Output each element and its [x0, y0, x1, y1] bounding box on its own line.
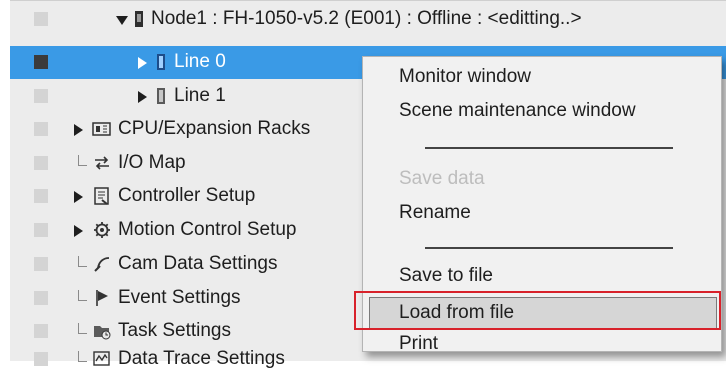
- tree-row-marker: [34, 352, 48, 366]
- tree-connector: [78, 323, 87, 334]
- tree-row-marker: [34, 89, 48, 103]
- line-icon: [157, 54, 165, 70]
- menu-item-save-to-file[interactable]: Save to file: [363, 260, 721, 292]
- expand-arrow-icon[interactable]: [74, 225, 83, 237]
- tree-item-label: Controller Setup: [118, 185, 256, 206]
- expand-arrow-icon[interactable]: [74, 124, 83, 136]
- tree-item-label: Line 0: [174, 51, 226, 72]
- tree-connector: [78, 351, 87, 362]
- expand-arrow-icon[interactable]: [138, 91, 147, 103]
- menu-item-monitor-window[interactable]: Monitor window: [363, 61, 721, 93]
- flag-icon: [96, 290, 108, 306]
- vision-sensor-icon: [135, 11, 143, 27]
- menu-item-rename[interactable]: Rename: [363, 197, 721, 229]
- tree-row-marker: [34, 291, 48, 305]
- gear-icon: [94, 222, 110, 238]
- task-folder-icon: [94, 326, 111, 340]
- tree-row-marker: [34, 12, 48, 26]
- data-trace-icon: [93, 351, 110, 366]
- tree-item-label: CPU/Expansion Racks: [118, 118, 311, 139]
- cam-data-icon: [94, 257, 110, 272]
- menu-separator: [425, 147, 673, 149]
- tree-connector: [78, 290, 87, 301]
- tree-item-label: Event Settings: [118, 287, 241, 308]
- tree-item-label: Cam Data Settings: [118, 253, 278, 274]
- menu-item-save-data: Save data: [399, 168, 485, 189]
- tree-item-label: Line 1: [174, 85, 226, 106]
- tree-row-marker: [34, 55, 48, 69]
- menu-item-print[interactable]: Print: [363, 328, 721, 360]
- tree-row-marker: [34, 122, 48, 136]
- menu-separator: [425, 247, 673, 249]
- tree-item-label: Data Trace Settings: [118, 348, 285, 369]
- expand-arrow-icon[interactable]: [138, 57, 147, 69]
- controller-setup-icon: [94, 187, 109, 205]
- expand-arrow-icon[interactable]: [74, 191, 83, 203]
- tree-connector: [78, 155, 87, 166]
- tree-item-label: I/O Map: [118, 152, 186, 173]
- tree-row-marker: [34, 156, 48, 170]
- tree-row-marker: [34, 257, 48, 271]
- tree-row-marker: [34, 324, 48, 338]
- tree-row-marker: [34, 189, 48, 203]
- menu-item-scene-maintenance-window[interactable]: Scene maintenance window: [363, 95, 721, 127]
- tree-item-node1[interactable]: Node1 : FH-1050-v5.2 (E001) : Offline : …: [10, 3, 726, 36]
- tree-item-label: Motion Control Setup: [118, 219, 297, 240]
- tree-item-label: Node1 : FH-1050-v5.2 (E001) : Offline : …: [151, 8, 582, 29]
- tree-connector: [78, 256, 87, 267]
- rack-icon: [92, 122, 111, 136]
- highlight-callout: [354, 291, 721, 330]
- tree-row-marker: [34, 223, 48, 237]
- tree-item-label: Task Settings: [118, 320, 231, 341]
- line-icon: [157, 88, 165, 104]
- io-map-icon: [95, 156, 109, 170]
- collapse-arrow-icon[interactable]: [116, 16, 128, 25]
